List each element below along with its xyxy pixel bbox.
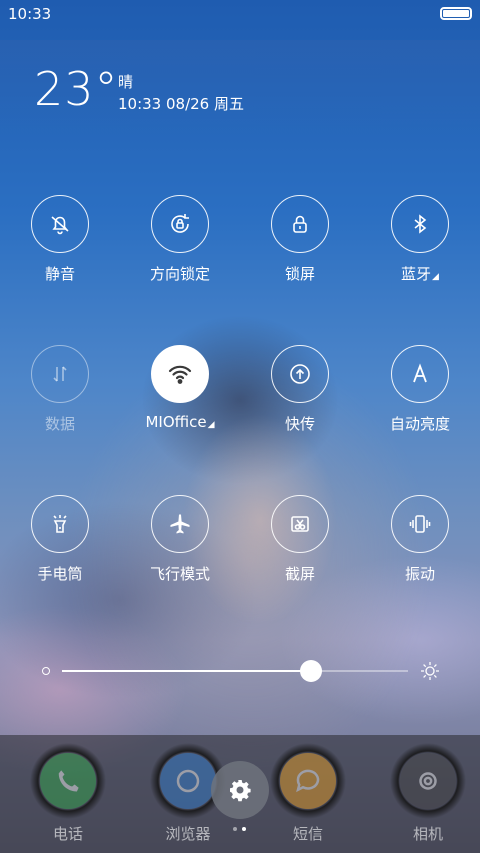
page-dot <box>233 827 237 831</box>
battery-level <box>443 10 469 17</box>
vibrate-icon <box>391 495 449 553</box>
toggle-vibrate[interactable]: 振动 <box>360 495 480 605</box>
dock-app-camera[interactable]: 相机 <box>360 735 480 853</box>
mobile-data-icon <box>31 345 89 403</box>
quick-transfer-icon <box>271 345 329 403</box>
app-label: 电话 <box>52 825 83 843</box>
weather-widget[interactable]: 23° 晴 10:33 08/26 周五 <box>0 40 480 135</box>
slider-fill <box>62 670 312 672</box>
toggle-mute[interactable]: 静音 <box>0 195 120 305</box>
toggle-label: 自动亮度 <box>389 415 450 433</box>
gear-icon <box>230 780 251 802</box>
phone-icon <box>30 743 106 819</box>
brightness-slider[interactable] <box>38 660 448 682</box>
app-label: 短信 <box>292 825 323 843</box>
toggle-bluetooth[interactable]: 蓝牙◢ <box>360 195 480 305</box>
message-icon <box>270 743 346 819</box>
expand-triangle-icon: ◢ <box>432 272 439 282</box>
toggle-flashlight[interactable]: 手电筒 <box>0 495 120 605</box>
toggle-label-text: 蓝牙 <box>401 265 432 283</box>
battery-icon <box>440 7 472 20</box>
wifi-icon <box>151 345 209 403</box>
toggle-label-text: MIOffice <box>145 413 207 431</box>
status-time: 10:33 <box>8 5 52 23</box>
slider-thumb[interactable] <box>300 660 323 682</box>
toggle-quick-transfer[interactable]: 快传 <box>240 345 360 455</box>
toggle-mobile-data[interactable]: 数据 <box>0 345 120 455</box>
toggle-auto-brightness[interactable]: 自动亮度 <box>360 345 480 455</box>
settings-button[interactable] <box>211 761 269 819</box>
toggle-label: 快传 <box>284 415 315 433</box>
toggle-rotation-lock[interactable]: 方向锁定 <box>120 195 240 305</box>
brightness-high-icon <box>421 662 439 680</box>
app-label: 相机 <box>412 825 443 843</box>
temperature: 23° <box>34 62 119 116</box>
mute-bell-icon <box>31 195 89 253</box>
slider-track[interactable] <box>62 660 408 682</box>
rotation-lock-icon <box>151 195 209 253</box>
camera-icon <box>390 743 466 819</box>
airplane-icon <box>151 495 209 553</box>
auto-brightness-icon <box>391 345 449 403</box>
page-indicator <box>233 827 249 833</box>
toggle-label: 静音 <box>44 265 75 283</box>
weather-condition: 晴 <box>118 73 134 91</box>
toggle-lock-screen[interactable]: 锁屏 <box>240 195 360 305</box>
flashlight-icon <box>31 495 89 553</box>
toggle-label: 蓝牙◢ <box>360 263 480 284</box>
toggle-label: MIOffice◢ <box>120 413 240 431</box>
page-dot-active <box>242 827 246 831</box>
toggle-label: 截屏 <box>284 565 315 583</box>
toggle-label: 数据 <box>44 415 75 433</box>
expand-triangle-icon: ◢ <box>207 420 215 430</box>
toggle-label: 振动 <box>404 565 435 583</box>
date-time: 10:33 08/26 周五 <box>118 95 244 113</box>
toggle-screenshot[interactable]: 截屏 <box>240 495 360 605</box>
status-bar: 10:33 <box>0 0 480 28</box>
screenshot-icon <box>271 495 329 553</box>
bluetooth-icon <box>391 195 449 253</box>
toggle-label: 手电筒 <box>37 565 83 583</box>
dock-app-phone[interactable]: 电话 <box>0 735 120 853</box>
brightness-low-icon <box>42 667 50 675</box>
lock-icon <box>271 195 329 253</box>
toggle-label: 飞行模式 <box>149 565 210 583</box>
toggle-airplane-mode[interactable]: 飞行模式 <box>120 495 240 605</box>
toggle-label: 方向锁定 <box>149 265 210 283</box>
toggle-label: 锁屏 <box>284 265 315 283</box>
toggle-wifi[interactable]: MIOffice◢ <box>120 345 240 455</box>
